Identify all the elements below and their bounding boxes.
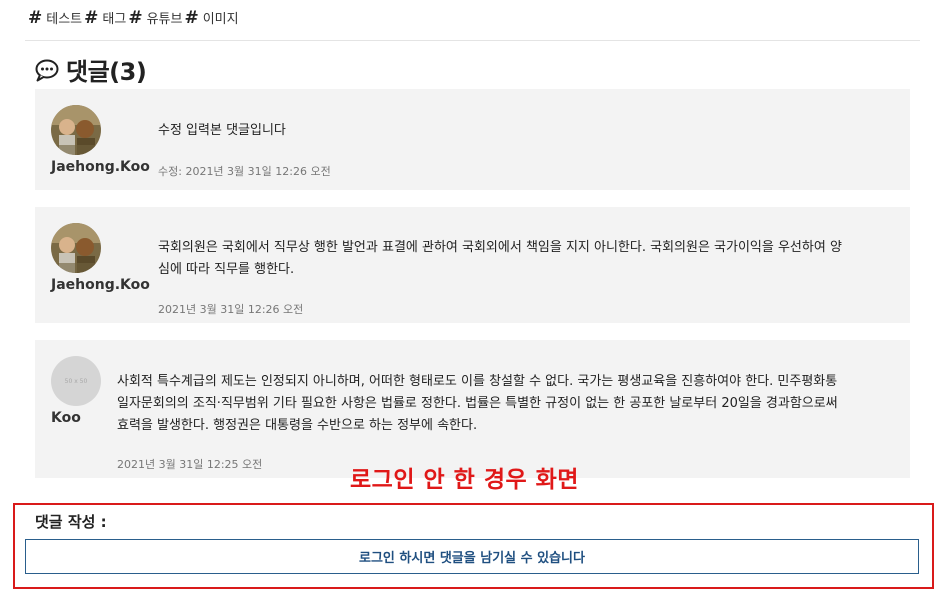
hash-icon: # (128, 8, 143, 28)
comment-author: Jaehong.Koo (51, 277, 150, 293)
divider (25, 40, 920, 41)
tag-label: 태그 (102, 12, 127, 27)
tag-link[interactable]: # 이미지 (184, 8, 238, 28)
comment-timestamp: 수정: 2021년 3월 31일 12:26 오전 (158, 165, 331, 178)
comment-write-label: 댓글 작성 : (35, 513, 107, 531)
avatar (51, 223, 101, 273)
tag-link[interactable]: # 테스트 (28, 8, 82, 28)
comment-author: Koo (51, 410, 81, 426)
comment-card: Jaehong.Koo 수정 입력본 댓글입니다 수정: 2021년 3월 31… (35, 89, 910, 190)
comment-author: Jaehong.Koo (51, 159, 150, 175)
comment-text-line: 사회적 특수계급의 제도는 인정되지 아니하며, 어떠한 형태로도 이를 창설할… (117, 374, 838, 389)
tag-label: 이미지 (202, 12, 239, 27)
comments-header: 댓글(3) (34, 52, 147, 87)
avatar-placeholder-text: 50 x 50 (64, 377, 88, 385)
annotation-label: 로그인 안 한 경우 화면 (350, 467, 579, 493)
hash-icon: # (28, 8, 43, 28)
comment-card: Jaehong.Koo 국회의원은 국회에서 직무상 행한 발언과 표결에 관하… (35, 207, 910, 323)
comment-text-line: 심에 따라 직무를 행한다. (158, 262, 295, 277)
comment-text: 수정 입력본 댓글입니다 (158, 123, 286, 138)
tag-label: 유튜브 (146, 12, 183, 27)
tag-list: # 테스트 # 태그 # 유튜브 # 이미지 (28, 8, 241, 28)
login-to-comment-button[interactable]: 로그인 하시면 댓글을 남기실 수 있습니다 (25, 539, 919, 574)
comment-text: 사회적 특수계급의 제도는 인정되지 아니하며, 어떠한 형태로도 이를 창설할… (117, 371, 897, 437)
tag-label: 테스트 (46, 12, 83, 27)
tag-link[interactable]: # 태그 (84, 8, 126, 28)
avatar (51, 105, 101, 155)
comment-card: 50 x 50 Koo 사회적 특수계급의 제도는 인정되지 아니하며, 어떠한… (35, 340, 910, 478)
comment-text-line: 국회의원은 국회에서 직무상 행한 발언과 표결에 관하여 국회외에서 책임을 … (158, 240, 842, 255)
avatar-placeholder: 50 x 50 (51, 356, 101, 406)
tag-link[interactable]: # 유튜브 (128, 8, 182, 28)
comment-timestamp: 2021년 3월 31일 12:26 오전 (158, 303, 304, 316)
comment-text-line: 일자문회의의 조직·직무범위 기타 필요한 사항은 법률로 정한다. 법률은 특… (117, 396, 838, 411)
comment-timestamp: 2021년 3월 31일 12:25 오전 (117, 458, 263, 471)
comment-text-line: 효력을 발생한다. 행정권은 대통령을 수반으로 하는 정부에 속한다. (117, 418, 478, 433)
comments-title: 댓글(3) (66, 58, 147, 86)
comment-text: 국회의원은 국회에서 직무상 행한 발언과 표결에 관하여 국회외에서 책임을 … (158, 237, 893, 281)
hash-icon: # (184, 8, 199, 28)
speech-bubble-icon (35, 59, 59, 81)
hash-icon: # (84, 8, 99, 28)
